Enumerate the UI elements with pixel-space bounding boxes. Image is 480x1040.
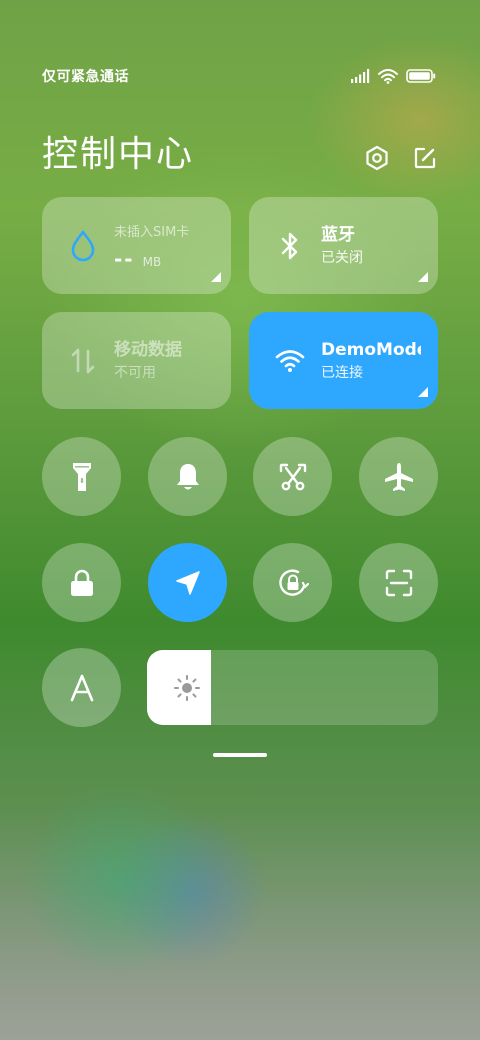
header-actions (364, 145, 438, 171)
lock-screen-toggle[interactable] (42, 543, 121, 622)
bluetooth-tile[interactable]: 蓝牙 已关闭 (249, 197, 438, 294)
screenshot-toggle[interactable] (253, 437, 332, 516)
bluetooth-label: 蓝牙 (321, 224, 355, 245)
wifi-texts: DemoMode 已连接 (321, 338, 421, 384)
carrier-text: 仅可紧急通话 (42, 69, 129, 85)
location-toggle[interactable] (148, 543, 227, 622)
home-indicator[interactable] (213, 753, 267, 757)
flashlight-icon (72, 462, 91, 491)
header: 控制中心 (42, 126, 438, 176)
signal-icon (351, 69, 370, 83)
mobile-data-icon (68, 344, 98, 378)
status-icons (350, 68, 436, 84)
water-drop-icon (68, 229, 98, 263)
wifi-icon (378, 68, 398, 84)
bluetooth-texts: 蓝牙 已关闭 (321, 223, 363, 269)
data-usage-amount: -- MB (114, 247, 189, 271)
edit-icon (414, 147, 436, 169)
wifi-network-name: DemoMode (321, 339, 421, 360)
mobile-data-tile[interactable]: 移动数据 不可用 (42, 312, 231, 409)
settings-button[interactable] (364, 145, 390, 171)
mobile-data-label: 移动数据 (114, 339, 182, 360)
font-a-icon (70, 674, 93, 701)
data-usage-unit: MB (142, 254, 162, 269)
battery-icon (406, 69, 436, 83)
data-usage-label: 未插入SIM卡 (114, 224, 190, 240)
bell-icon (176, 463, 199, 489)
sun-icon (174, 675, 200, 701)
airplane-icon (384, 462, 413, 491)
edit-button[interactable] (412, 145, 438, 171)
status-bar: 仅可紧急通话 (42, 66, 436, 86)
scissors-icon (279, 463, 306, 490)
data-usage-texts: 未插入SIM卡 -- MB (114, 221, 189, 271)
auto-font-toggle[interactable] (42, 648, 121, 727)
flashlight-toggle[interactable] (42, 437, 121, 516)
mobile-data-status: 不可用 (114, 364, 156, 381)
mobile-data-texts: 移动数据 不可用 (114, 338, 182, 384)
expand-corner-icon (418, 387, 428, 397)
bluetooth-icon (275, 229, 305, 263)
wifi-status: 已连接 (321, 364, 363, 381)
expand-corner-icon (418, 272, 428, 282)
brightness-slider[interactable] (147, 650, 438, 725)
data-usage-value: -- (114, 246, 135, 271)
lock-icon (70, 569, 93, 596)
scan-icon (385, 569, 412, 596)
airplane-mode-toggle[interactable] (359, 437, 438, 516)
bluetooth-status: 已关闭 (321, 249, 363, 266)
settings-icon (366, 145, 388, 171)
rotation-lock-toggle[interactable] (253, 543, 332, 622)
notifications-toggle[interactable] (148, 437, 227, 516)
location-arrow-icon (175, 570, 200, 595)
wifi-tile[interactable]: DemoMode 已连接 (249, 312, 438, 409)
scanner-toggle[interactable] (359, 543, 438, 622)
wifi-icon (275, 344, 305, 378)
data-usage-tile[interactable]: 未插入SIM卡 -- MB (42, 197, 231, 294)
rotation-lock-icon (278, 568, 309, 596)
page-title: 控制中心 (42, 134, 195, 175)
expand-corner-icon (211, 272, 221, 282)
